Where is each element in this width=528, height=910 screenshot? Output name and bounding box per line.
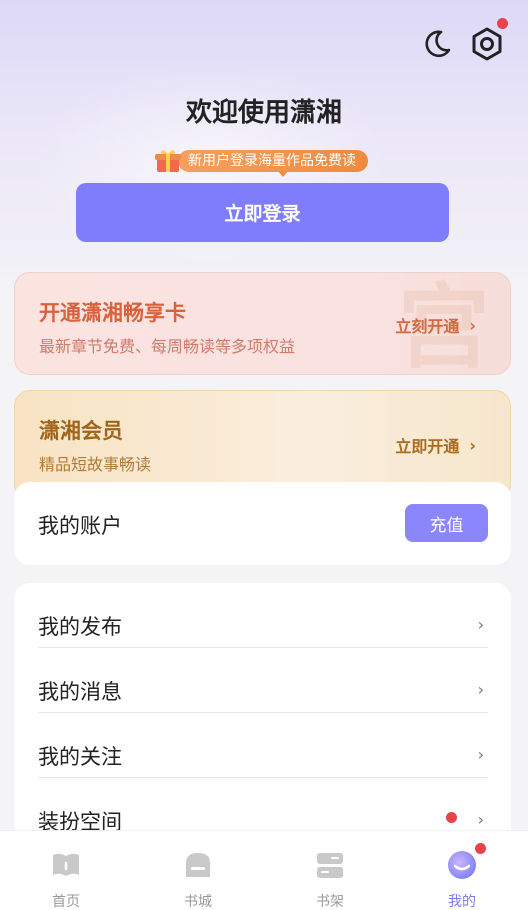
profile-notification-dot bbox=[475, 843, 486, 854]
dark-mode-toggle[interactable] bbox=[419, 26, 455, 62]
recharge-button[interactable]: 充值 bbox=[405, 504, 488, 542]
vip-card-subtitle: 最新章节免费、每周畅读等多项权益 bbox=[39, 337, 296, 356]
chevron-right-icon: › bbox=[477, 615, 484, 634]
menu-item-label: 我的消息 bbox=[38, 680, 122, 704]
chevron-right-icon: › bbox=[477, 680, 484, 699]
tab-label: 首页 bbox=[52, 894, 80, 910]
welcome-title: 欢迎使用潇湘 bbox=[185, 98, 342, 128]
gear-icon bbox=[472, 27, 502, 61]
settings-button[interactable] bbox=[469, 26, 505, 62]
tab-home[interactable]: 首页 bbox=[0, 831, 132, 910]
vip-open-label: 立刻开通 bbox=[395, 317, 460, 336]
gift-icon bbox=[155, 150, 181, 172]
home-book-icon bbox=[53, 853, 79, 876]
menu-item-messages[interactable]: 我的消息 › bbox=[38, 648, 488, 713]
tab-profile[interactable]: 我的 bbox=[396, 831, 528, 910]
login-button[interactable]: 立即登录 bbox=[76, 183, 449, 242]
chevron-right-icon: › bbox=[469, 435, 476, 455]
tab-label: 书城 bbox=[184, 894, 212, 910]
vip-card[interactable]: 宫 开通潇湘畅享卡 最新章节免费、每周畅读等多项权益 立刻开通 › bbox=[14, 272, 511, 375]
member-open-button[interactable]: 立即开通 › bbox=[395, 433, 476, 457]
bookshelf-icon bbox=[317, 853, 343, 878]
bottom-tab-bar: 首页 书城 书架 我的 bbox=[0, 830, 528, 910]
bookstore-icon bbox=[186, 853, 210, 877]
settings-notification-dot bbox=[497, 18, 508, 29]
chevron-right-icon: › bbox=[477, 745, 484, 764]
tab-label: 书架 bbox=[316, 894, 344, 910]
chevron-right-icon: › bbox=[477, 810, 484, 829]
profile-icon bbox=[448, 851, 476, 879]
tab-bookstore[interactable]: 书城 bbox=[132, 831, 264, 910]
tab-bookshelf[interactable]: 书架 bbox=[264, 831, 396, 910]
promo-text: 新用户登录海量作品免费读 bbox=[178, 150, 368, 177]
menu-list: 我的发布 › 我的消息 › 我的关注 › 装扮空间 › bbox=[14, 583, 511, 843]
menu-item-following[interactable]: 我的关注 › bbox=[38, 713, 488, 778]
new-user-promo: 新用户登录海量作品免费读 bbox=[154, 148, 368, 177]
moon-icon bbox=[425, 30, 451, 58]
menu-item-publish[interactable]: 我的发布 › bbox=[38, 583, 488, 648]
vip-card-title: 开通潇湘畅享卡 bbox=[39, 301, 186, 325]
dressup-notification-dot bbox=[446, 812, 457, 823]
account-label: 我的账户 bbox=[38, 514, 122, 538]
vip-open-button[interactable]: 立刻开通 › bbox=[395, 313, 476, 337]
account-card: 我的账户 充值 bbox=[14, 482, 511, 565]
member-card-title: 潇湘会员 bbox=[39, 419, 123, 443]
chevron-right-icon: › bbox=[469, 315, 476, 335]
member-open-label: 立即开通 bbox=[395, 437, 460, 456]
menu-item-label: 我的发布 bbox=[38, 615, 122, 639]
member-card-subtitle: 精品短故事畅读 bbox=[39, 455, 152, 474]
tab-label: 我的 bbox=[448, 894, 476, 910]
menu-item-label: 我的关注 bbox=[38, 745, 122, 769]
